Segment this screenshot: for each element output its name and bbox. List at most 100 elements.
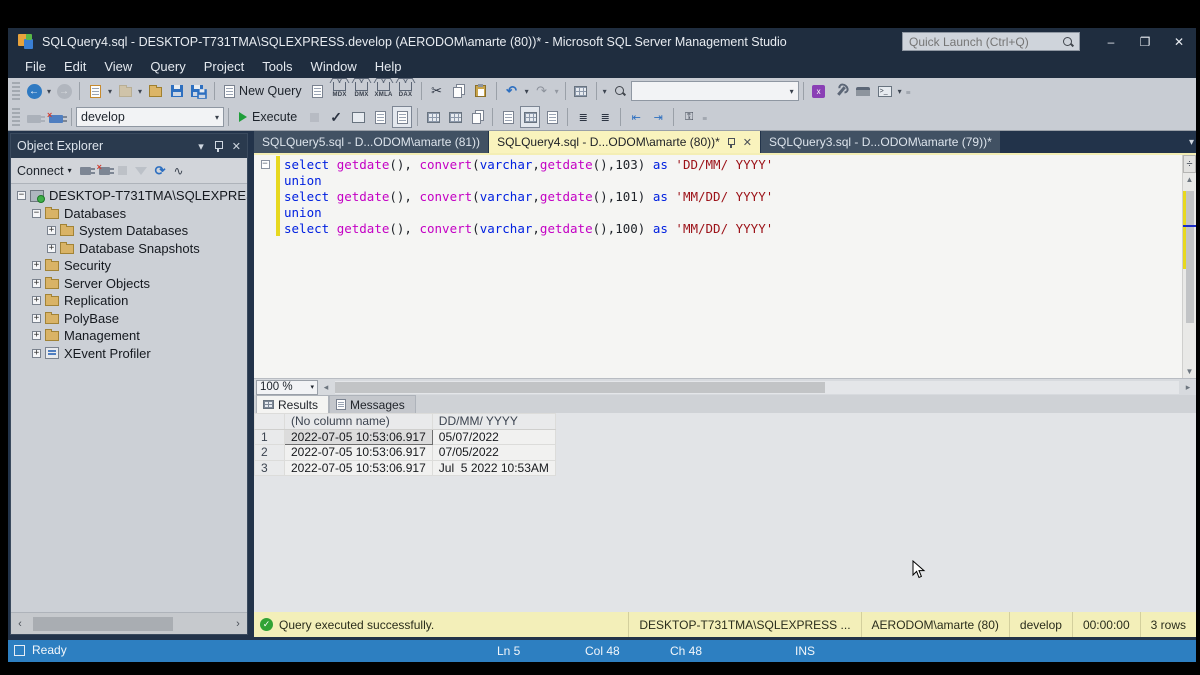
menu-item-file[interactable]: File — [16, 57, 55, 76]
object-explorer-titlebar[interactable]: Object Explorer ▾ ✕ — [11, 134, 247, 158]
refresh-icon[interactable]: ⟳ — [155, 163, 166, 179]
client-stats-button[interactable] — [467, 106, 487, 128]
menu-item-view[interactable]: View — [95, 57, 141, 76]
panel-close-icon[interactable]: ✕ — [232, 140, 241, 153]
expand-icon[interactable]: + — [32, 279, 41, 288]
expand-icon[interactable]: + — [32, 314, 41, 323]
expand-icon[interactable]: + — [32, 261, 41, 270]
undo-button[interactable]: ↶ — [502, 80, 522, 102]
disconnect-icon[interactable]: × — [99, 167, 110, 175]
new-query-button[interactable]: New Query — [220, 80, 306, 102]
document-tab-1[interactable]: SQLQuery5.sql - D...ODOM\amarte (81)) — [254, 131, 488, 153]
results-to-text-button[interactable] — [498, 106, 518, 128]
cancel-query-button[interactable] — [304, 106, 324, 128]
database-combobox-caret-icon[interactable]: ▾ — [209, 113, 219, 122]
tree-item-xevent-profiler[interactable]: +XEvent Profiler — [11, 345, 247, 363]
tree-item-database-snapshots[interactable]: +Database Snapshots — [11, 240, 247, 258]
toolbox-button[interactable] — [853, 80, 873, 102]
tree-item-desktop-t731tma-sqlexpress-sql-se[interactable]: −DESKTOP-T731TMA\SQLEXPRESS (SQL Se — [11, 187, 247, 205]
tree-item-system-databases[interactable]: +System Databases — [11, 222, 247, 240]
grid-column-header[interactable]: DD/MM/ YYYY — [432, 414, 555, 430]
properties-button[interactable] — [831, 80, 851, 102]
tab-pin-icon[interactable] — [728, 137, 735, 148]
back-dropdown-icon[interactable]: ▾ — [47, 87, 51, 96]
scroll-right-icon[interactable]: › — [229, 618, 247, 630]
expand-icon[interactable]: + — [32, 349, 41, 358]
menu-item-project[interactable]: Project — [195, 57, 253, 76]
query-options-button[interactable] — [370, 106, 390, 128]
vscroll-thumb[interactable] — [1186, 191, 1194, 323]
expand-icon[interactable]: + — [32, 331, 41, 340]
grid-row-number[interactable]: 1 — [255, 429, 285, 445]
command-window-dropdown-icon[interactable]: ▾ — [898, 87, 902, 96]
filter-icon[interactable] — [135, 167, 147, 175]
undo-dropdown-icon[interactable]: ▾ — [525, 87, 529, 96]
grid-cell[interactable]: 05/07/2022 — [432, 429, 555, 445]
hscroll-left-icon[interactable]: ◂ — [318, 382, 334, 393]
change-connection-button[interactable]: × — [46, 106, 66, 128]
redo-dropdown-icon[interactable]: ▾ — [555, 87, 559, 96]
expand-icon[interactable]: + — [32, 296, 41, 305]
results-to-file-button[interactable] — [542, 106, 562, 128]
minimize-button[interactable]: – — [1094, 28, 1128, 55]
menu-item-query[interactable]: Query — [141, 57, 194, 76]
save-all-button[interactable] — [189, 80, 209, 102]
expand-icon[interactable]: + — [47, 226, 56, 235]
close-button[interactable]: ✕ — [1162, 28, 1196, 55]
collapse-icon[interactable]: − — [32, 209, 41, 218]
grid-column-header[interactable]: (No column name) — [285, 414, 433, 430]
tree-item-replication[interactable]: +Replication — [11, 292, 247, 310]
restore-button[interactable]: ❐ — [1128, 28, 1162, 55]
grid-cell[interactable]: 2022-07-05 10:53:06.917 — [285, 445, 433, 461]
live-query-stats-button[interactable] — [445, 106, 465, 128]
open-button[interactable] — [145, 80, 165, 102]
menu-item-edit[interactable]: Edit — [55, 57, 95, 76]
document-tab-3[interactable]: SQLQuery3.sql - D...ODOM\amarte (79))* — [761, 131, 1000, 153]
scroll-up-icon[interactable]: ▲ — [1183, 175, 1196, 184]
zoom-caret-icon[interactable]: ▾ — [310, 383, 314, 391]
grid-row-number[interactable]: 2 — [255, 445, 285, 461]
menu-item-help[interactable]: Help — [366, 57, 411, 76]
code-line-1[interactable]: −select getdate(), convert(varchar,getda… — [254, 156, 1182, 172]
include-actual-plan-button[interactable] — [423, 106, 443, 128]
tab-close-icon[interactable]: ✕ — [743, 136, 752, 149]
tab-messages[interactable]: Messages — [329, 395, 416, 413]
grid-cell-selected[interactable]: 2022-07-05 10:53:06.917 — [285, 429, 433, 445]
toolbar-dropdown-icon[interactable]: ▾ — [603, 87, 607, 96]
splitter-handle-icon[interactable]: ÷ — [1183, 155, 1196, 173]
tab-list-chevron-icon[interactable]: ▾ — [1189, 137, 1194, 148]
quick-launch-box[interactable] — [902, 32, 1080, 51]
browse-button[interactable] — [610, 80, 630, 102]
tab-results[interactable]: Results — [256, 395, 329, 413]
new-file-dropdown-icon[interactable]: ▾ — [108, 87, 112, 96]
menu-item-tools[interactable]: Tools — [253, 57, 301, 76]
tree-item-server-objects[interactable]: +Server Objects — [11, 275, 247, 293]
navigate-forward-button[interactable]: → — [54, 80, 74, 102]
connect-button[interactable]: Connect ▾ — [17, 164, 72, 178]
grid-row-number[interactable]: 3 — [255, 460, 285, 476]
hscroll-thumb[interactable] — [335, 382, 825, 393]
collapse-icon[interactable]: − — [17, 191, 26, 200]
sql-editor[interactable]: − select getdate(), convert(varchar,getda… — [254, 155, 1182, 378]
extension-button[interactable]: x — [809, 80, 829, 102]
pin-icon[interactable] — [214, 140, 222, 152]
grid-cell[interactable]: 07/05/2022 — [432, 445, 555, 461]
editor-hscrollbar[interactable] — [335, 381, 1179, 394]
open-file-button[interactable] — [115, 80, 135, 102]
code-line-4[interactable]: union — [254, 204, 1182, 220]
code-line-3[interactable]: select getdate(), convert(varchar,getdat… — [254, 188, 1182, 204]
editor-vscrollbar[interactable]: ÷ ▲ ▼ — [1182, 155, 1196, 378]
collapse-region-icon[interactable]: − — [261, 160, 270, 169]
zoom-combobox[interactable]: 100 % ▾ — [256, 380, 318, 395]
panel-dropdown-icon[interactable]: ▾ — [198, 140, 204, 153]
grid-cell[interactable]: Jul 5 2022 10:53AM — [432, 460, 555, 476]
quick-launch-input[interactable] — [909, 33, 1057, 50]
scroll-down-icon[interactable]: ▼ — [1183, 367, 1196, 376]
hscroll-right-icon[interactable]: ▸ — [1180, 382, 1196, 393]
xmla-query-button[interactable]: XMLA — [373, 84, 395, 98]
connect-query-button[interactable] — [24, 106, 44, 128]
paste-button[interactable] — [471, 80, 491, 102]
save-button[interactable] — [167, 80, 187, 102]
document-tab-2[interactable]: SQLQuery4.sql - D...ODOM\amarte (80))*✕ — [489, 131, 760, 153]
grid-cell[interactable]: 2022-07-05 10:53:06.917 — [285, 460, 433, 476]
